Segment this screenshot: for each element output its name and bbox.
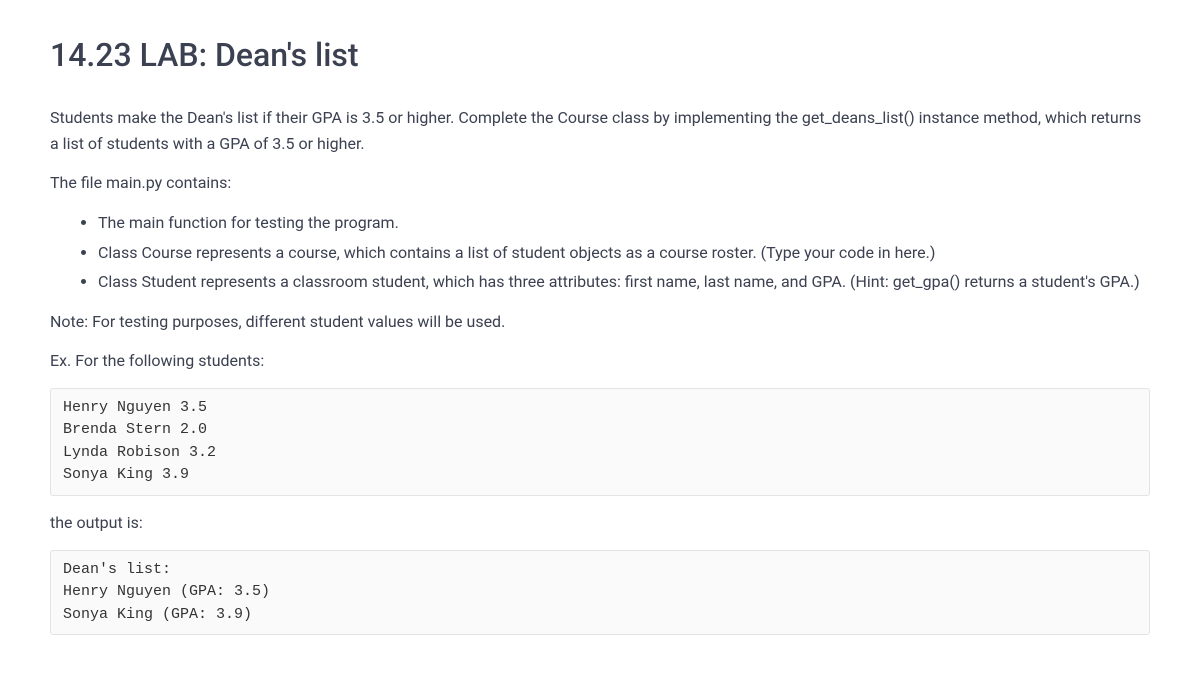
list-item: Class Course represents a course, which … (98, 240, 1150, 266)
output-code-block: Dean's list: Henry Nguyen (GPA: 3.5) Son… (50, 550, 1150, 636)
output-label: the output is: (50, 510, 1150, 536)
bullet-list: The main function for testing the progra… (50, 210, 1150, 295)
list-item: The main function for testing the progra… (98, 210, 1150, 236)
intro-paragraph: Students make the Dean's list if their G… (50, 105, 1150, 156)
input-code-block: Henry Nguyen 3.5 Brenda Stern 2.0 Lynda … (50, 388, 1150, 496)
example-line: Ex. For the following students: (50, 348, 1150, 374)
file-contains-line: The file main.py contains: (50, 170, 1150, 196)
page-title: 14.23 LAB: Dean's list (50, 30, 1150, 81)
note-line: Note: For testing purposes, different st… (50, 309, 1150, 335)
list-item: Class Student represents a classroom stu… (98, 269, 1150, 295)
